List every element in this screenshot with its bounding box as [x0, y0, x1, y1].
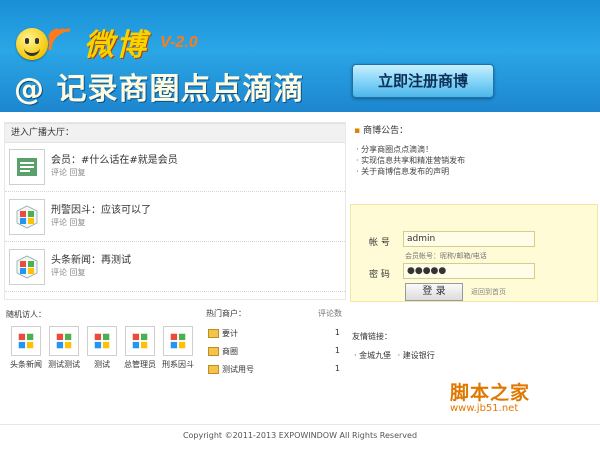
avatar — [125, 326, 155, 356]
friend-links-list: · 金城九堡 · 建设银行 — [350, 350, 596, 361]
avatar — [11, 326, 41, 356]
username-hint: 会员帐号：昵称/邮箱/电话 — [405, 252, 487, 260]
avatar[interactable] — [9, 199, 45, 235]
brand-title: 微博 — [84, 28, 148, 63]
user-card[interactable]: 刑系因斗 — [160, 326, 196, 370]
user-name: 测试测试 — [48, 360, 80, 369]
feed-reply-link[interactable]: 评论 回复 — [51, 267, 86, 278]
active-users: 随机访人： 头条新闻 测试测试 测试 总管理员 刑系因斗 — [4, 308, 200, 394]
user-name: 刑系因斗 — [162, 360, 194, 369]
login-button[interactable]: 登 录 — [405, 283, 463, 301]
user-card[interactable]: 测试 — [84, 326, 120, 370]
friend-link[interactable]: · 建设银行 — [398, 351, 435, 360]
signal-waves-icon — [48, 28, 71, 50]
windows-logo-icon — [56, 333, 72, 349]
notice-item[interactable]: · 关于商博信息发布的声明 — [356, 166, 596, 177]
feed-item: 会员：#什么话在#就是会员 评论 回复 — [5, 143, 345, 192]
merchant-row[interactable]: 测试用号 1 — [206, 364, 344, 380]
notice-panel: ▪ 商博公告： · 分享商圈点点滴滴！ · 实现信息共享和精准营销发布 · 关于商… — [350, 122, 596, 192]
page-header: 微博 V-2.0 @ 记录商圈点点滴滴 立即注册商博 — [0, 0, 600, 112]
windows-logo-icon — [16, 205, 38, 229]
folder-icon — [208, 347, 219, 356]
windows-logo-icon — [170, 333, 186, 349]
merchant-name: 要计 — [222, 329, 238, 338]
notice-item[interactable]: · 实现信息共享和精准营销发布 — [356, 155, 596, 166]
windows-logo-icon — [94, 333, 110, 349]
password-label: 密 码 — [369, 270, 390, 280]
user-card[interactable]: 测试测试 — [46, 326, 82, 370]
feed-item: 头条新闻：再测试 评论 回复 — [5, 243, 345, 292]
folder-icon — [208, 329, 219, 338]
avatar[interactable] — [9, 249, 45, 285]
merchant-name: 测试用号 — [222, 365, 254, 374]
comment-count-header: 评论数 — [318, 309, 342, 318]
notice-list: · 分享商圈点点滴滴！ · 实现信息共享和精准营销发布 · 关于商博信息发布的声… — [350, 144, 596, 177]
broadcast-plaza: 进入广播大厅： 会员：#什么话在#就是会员 评论 回复 刑警因斗：应该可以了 评… — [4, 122, 346, 300]
feed-text: 刑警因斗：应该可以了 — [51, 205, 151, 216]
user-name: 头条新闻 — [10, 360, 42, 369]
feed-reply-link[interactable]: 评论 回复 — [51, 217, 86, 228]
brand-version: V-2.0 — [160, 34, 198, 51]
feed-text: 会员：#什么话在#就是会员 — [51, 155, 178, 166]
watermark-title: 脚本之家 — [450, 382, 531, 404]
merchant-count: 1 — [334, 364, 340, 373]
windows-logo-icon — [18, 333, 34, 349]
user-card[interactable]: 头条新闻 — [8, 326, 44, 370]
merchant-row[interactable]: 商圈 1 — [206, 346, 344, 362]
bullet-icon: ▪ — [354, 126, 361, 136]
avatar — [49, 326, 79, 356]
active-users-title: 随机访人： — [6, 310, 46, 319]
user-card[interactable]: 总管理员 — [122, 326, 158, 370]
company-logo-icon — [17, 158, 37, 176]
login-form: 帐 号 会员帐号：昵称/邮箱/电话 密 码 ●●●●● 登 录 返回到首页 — [350, 204, 598, 302]
smiley-icon — [16, 28, 48, 60]
merchant-count: 1 — [334, 346, 340, 355]
username-label: 帐 号 — [369, 238, 390, 248]
avatar[interactable] — [9, 149, 45, 185]
page-footer: Copyright ©2011-2013 EXPOWINDOW All Righ… — [0, 424, 600, 447]
feed-item: 刑警因斗：应该可以了 评论 回复 — [5, 193, 345, 242]
feed-text: 头条新闻：再测试 — [51, 255, 131, 266]
back-home-link[interactable]: 返回到首页 — [471, 287, 506, 297]
merchant-count: 1 — [334, 328, 340, 337]
watermark: 脚本之家 www.jb51.net — [450, 378, 530, 414]
hot-merchants-title: 热门商户： — [206, 309, 246, 318]
watermark-url: www.jb51.net — [450, 403, 519, 414]
friend-links-title: 友情链接： — [352, 332, 392, 341]
hot-merchants: 热门商户： 评论数 要计 1 商圈 1 测试用号 1 — [206, 308, 344, 394]
merchant-row[interactable]: 要计 1 — [206, 328, 344, 344]
feed-reply-link[interactable]: 评论 回复 — [51, 167, 86, 178]
windows-logo-icon — [16, 255, 38, 279]
friend-link[interactable]: · 金城九堡 — [354, 351, 391, 360]
password-input[interactable]: ●●●●● — [403, 263, 535, 279]
register-button[interactable]: 立即注册商博 — [352, 64, 494, 98]
merchant-name: 商圈 — [222, 347, 238, 356]
user-list: 头条新闻 测试测试 测试 总管理员 刑系因斗 — [4, 326, 200, 386]
windows-logo-icon — [132, 333, 148, 349]
folder-icon — [208, 365, 219, 374]
notice-title: ▪ 商博公告： — [354, 126, 409, 136]
notice-item[interactable]: · 分享商圈点点滴滴！ — [356, 144, 596, 155]
username-input[interactable] — [403, 231, 535, 247]
copyright-text: Copyright ©2011-2013 EXPOWINDOW All Righ… — [182, 431, 418, 440]
user-name: 测试 — [94, 360, 110, 369]
avatar — [163, 326, 193, 356]
friend-links: 友情链接： · 金城九堡 · 建设银行 — [350, 330, 596, 370]
plaza-title: 进入广播大厅： — [5, 123, 345, 143]
avatar — [87, 326, 117, 356]
user-name: 总管理员 — [124, 360, 156, 369]
logo — [16, 24, 72, 64]
hot-merchants-header: 热门商户： 评论数 — [206, 308, 344, 322]
slogan: @ 记录商圈点点滴滴 — [14, 72, 305, 107]
